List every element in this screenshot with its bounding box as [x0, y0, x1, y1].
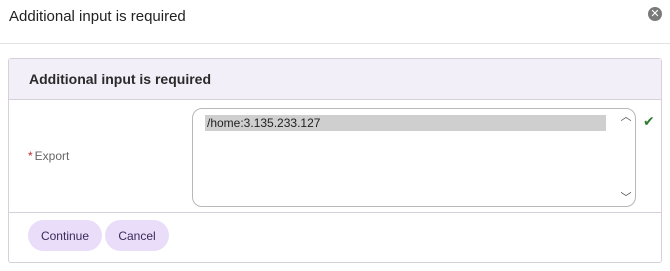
export-field-label: * Export — [28, 149, 69, 163]
panel-footer: Continue Cancel — [9, 212, 661, 262]
panel-header: Additional input is required — [9, 59, 661, 100]
continue-button[interactable]: Continue — [28, 220, 102, 251]
required-marker: * — [28, 149, 33, 163]
dialog-title: Additional input is required — [9, 8, 186, 25]
panel-title: Additional input is required — [29, 71, 211, 87]
export-textarea[interactable]: /home:3.135.233.127 ︿ ﹀ — [192, 108, 636, 207]
export-label-text: Export — [34, 149, 70, 163]
dialog-header: Additional input is required ✕ — [0, 0, 670, 44]
check-icon: ✔ — [643, 113, 655, 129]
chevron-up-icon[interactable]: ︿ — [619, 111, 633, 123]
textarea-scrollbar[interactable]: ︿ ﹀ — [617, 109, 635, 206]
close-icon[interactable]: ✕ — [648, 7, 662, 21]
input-panel: Additional input is required * Export /ho… — [8, 58, 662, 263]
chevron-down-icon[interactable]: ﹀ — [619, 192, 633, 204]
export-value[interactable]: /home:3.135.233.127 — [205, 115, 606, 131]
cancel-button[interactable]: Cancel — [105, 220, 169, 251]
